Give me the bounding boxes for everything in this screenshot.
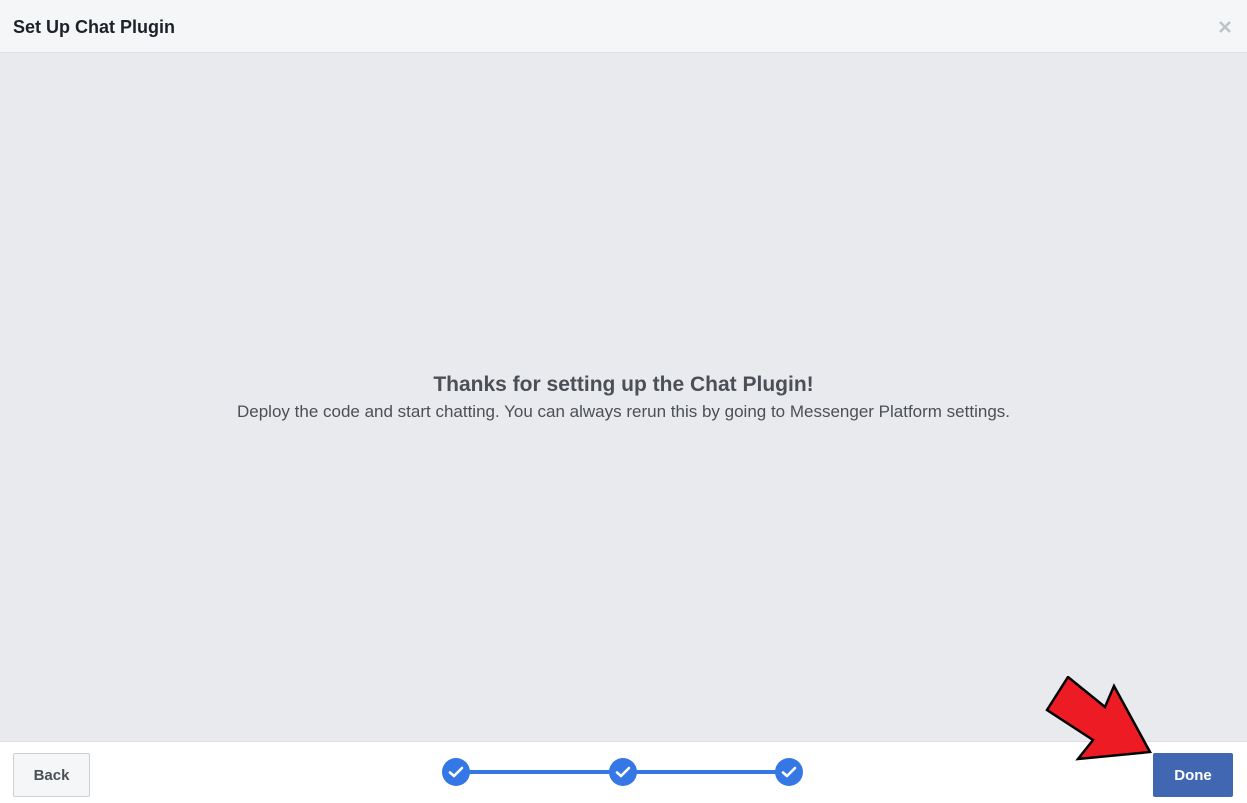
back-button[interactable]: Back xyxy=(13,753,90,797)
step-2-complete xyxy=(609,758,637,786)
step-3-complete xyxy=(775,758,803,786)
done-button[interactable]: Done xyxy=(1153,753,1233,797)
close-icon[interactable] xyxy=(1217,18,1233,36)
check-icon xyxy=(781,766,797,778)
check-icon xyxy=(615,766,631,778)
step-connector xyxy=(462,770,617,774)
setup-dialog: Set Up Chat Plugin Thanks for setting up… xyxy=(0,0,1247,803)
progress-stepper xyxy=(442,758,804,786)
completion-message: Thanks for setting up the Chat Plugin! D… xyxy=(0,370,1247,423)
step-connector xyxy=(629,770,784,774)
completion-heading: Thanks for setting up the Chat Plugin! xyxy=(433,373,814,396)
dialog-title: Set Up Chat Plugin xyxy=(13,17,175,37)
dialog-header: Set Up Chat Plugin xyxy=(0,0,1247,53)
red-arrow-annotation-icon xyxy=(1045,676,1153,761)
completion-subtext: Deploy the code and start chatting. You … xyxy=(237,402,1010,421)
step-1-complete xyxy=(442,758,470,786)
check-icon xyxy=(448,766,464,778)
dialog-body: Thanks for setting up the Chat Plugin! D… xyxy=(0,53,1247,741)
